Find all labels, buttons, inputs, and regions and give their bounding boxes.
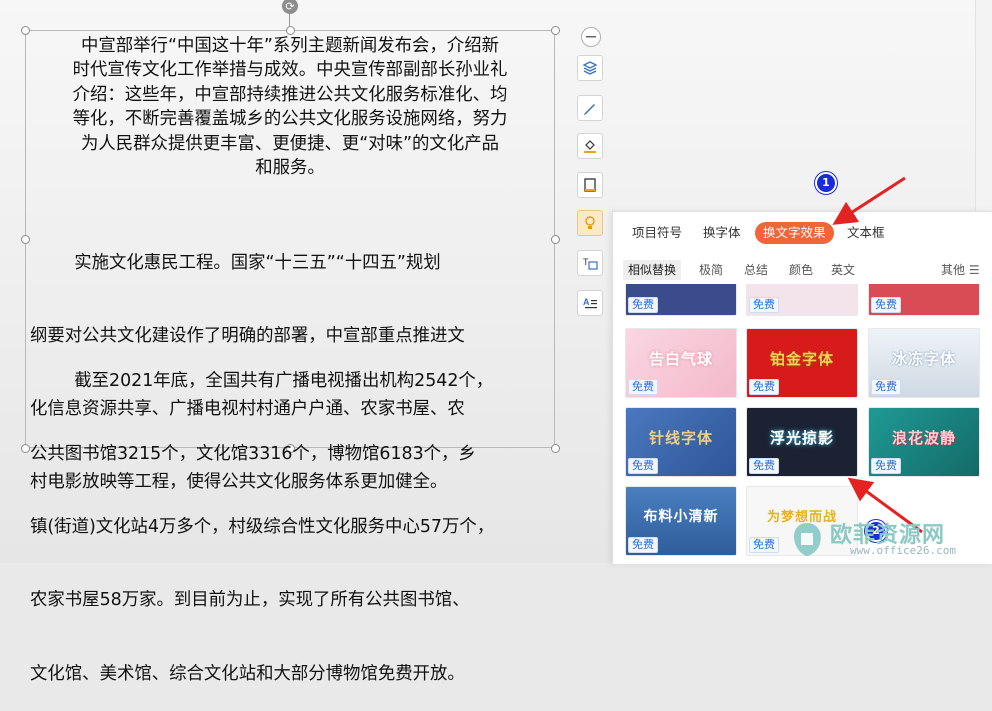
text-line: 文化馆、美术馆、综合文化站和大部分博物馆免费开放。	[30, 663, 465, 684]
step-badge-1: 1	[815, 172, 837, 194]
watermark: 欧菲资源网 www.office26.com	[790, 515, 990, 563]
watermark-url: www.office26.com	[850, 544, 956, 557]
text-line: 农家书屋58万家。到目前为止，实现了所有公共图书馆、	[30, 590, 470, 611]
arrow-1	[832, 176, 906, 225]
watermark-logo-icon	[794, 523, 821, 556]
annotation-overlay	[832, 176, 923, 534]
